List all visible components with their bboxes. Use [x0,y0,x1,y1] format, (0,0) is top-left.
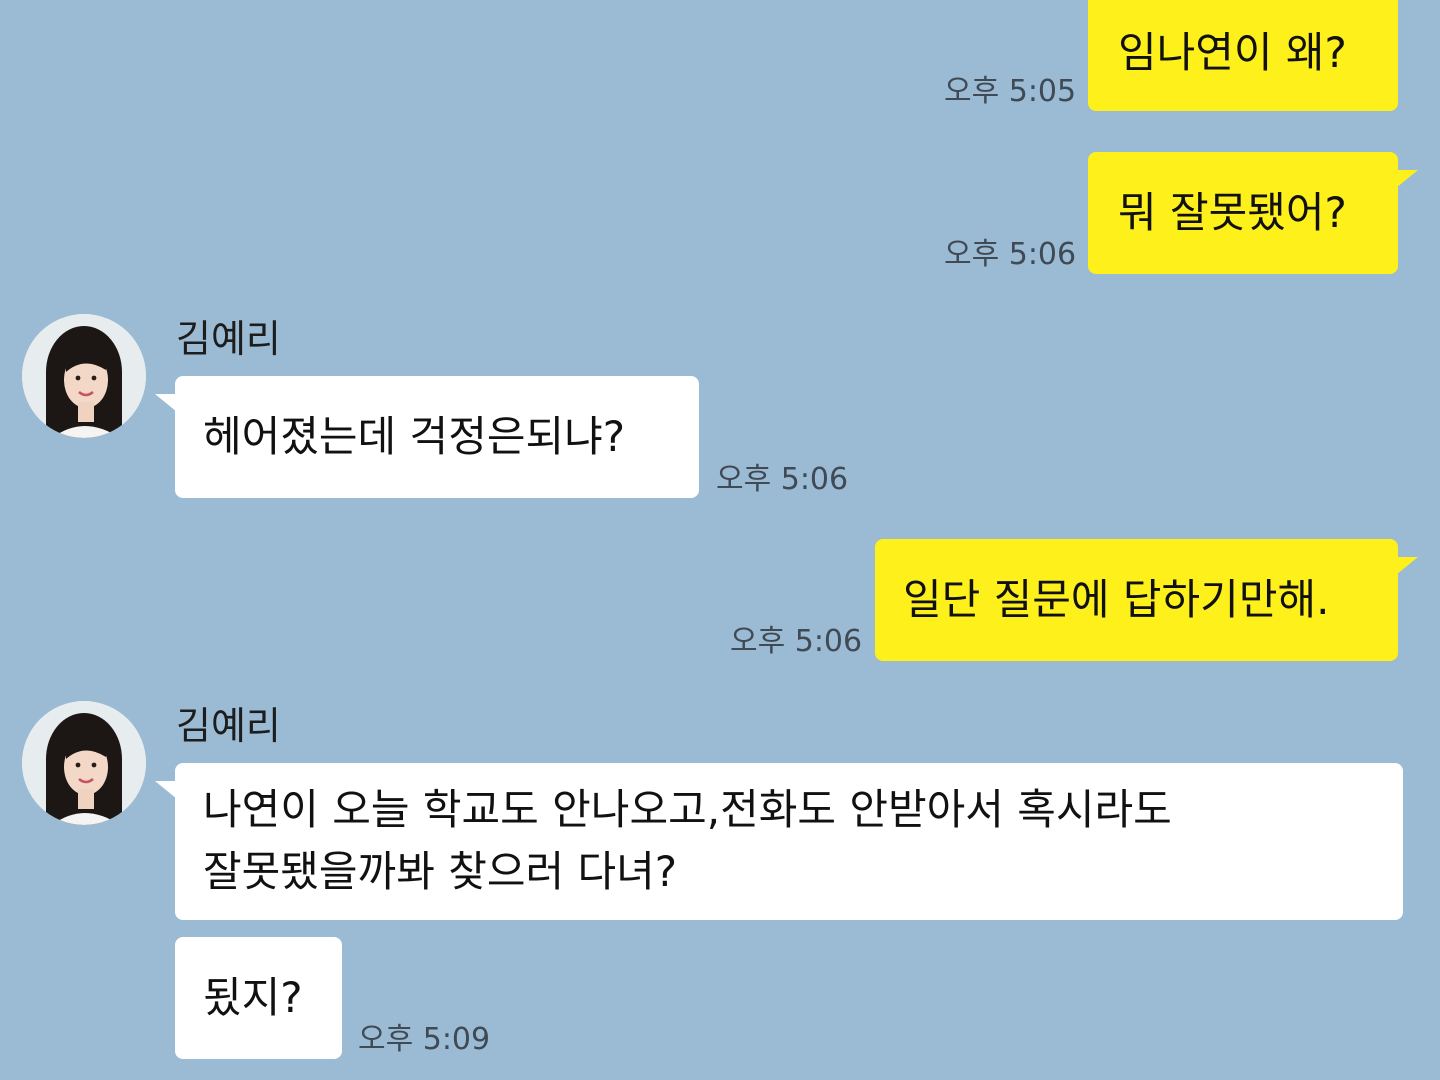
bubble-tail [155,394,177,412]
message-text: 헤어졌는데 걱정은되냐? [203,412,626,461]
bubble-tail [1396,557,1418,575]
my-message-bubble[interactable]: 일단 질문에 답하기만해. [875,539,1418,661]
my-message-bubble[interactable]: 뭐 잘못됐어? [1088,152,1418,274]
message-text: 임나연이 왜? [1118,28,1347,77]
message-time: 오후 5:09 [358,1022,491,1057]
sender-name: 김예리 [176,704,281,748]
their-message-bubble[interactable]: 나연이 오늘 학교도 안나오고,전화도 안받아서 혹시라도 잘못됐을까봐 찾으러… [155,763,1403,920]
profile-avatar[interactable] [22,314,146,438]
profile-photo-icon [22,701,146,825]
sender-name: 김예리 [176,317,281,361]
message-text-line: 잘못됐을까봐 찾으러 다녀? [203,847,678,896]
their-message-bubble[interactable]: 됬지? [175,937,342,1059]
message-time: 오후 5:06 [730,624,863,659]
profile-avatar[interactable] [22,701,146,825]
bubble-tail [155,781,177,799]
message-time: 오후 5:06 [944,237,1077,272]
bubble-tail [1396,170,1418,188]
message-text: 됬지? [203,973,303,1022]
message-time: 오후 5:05 [944,74,1077,109]
message-time: 오후 5:06 [716,462,849,497]
message-text: 일단 질문에 답하기만해. [903,575,1330,624]
my-message-bubble[interactable]: 임나연이 왜? [1088,0,1398,111]
their-message-bubble[interactable]: 헤어졌는데 걱정은되냐? [155,376,699,498]
message-text-line: 나연이 오늘 학교도 안나오고,전화도 안받아서 혹시라도 [203,785,1172,834]
profile-photo-icon [22,314,146,438]
message-text: 뭐 잘못됐어? [1118,188,1347,237]
